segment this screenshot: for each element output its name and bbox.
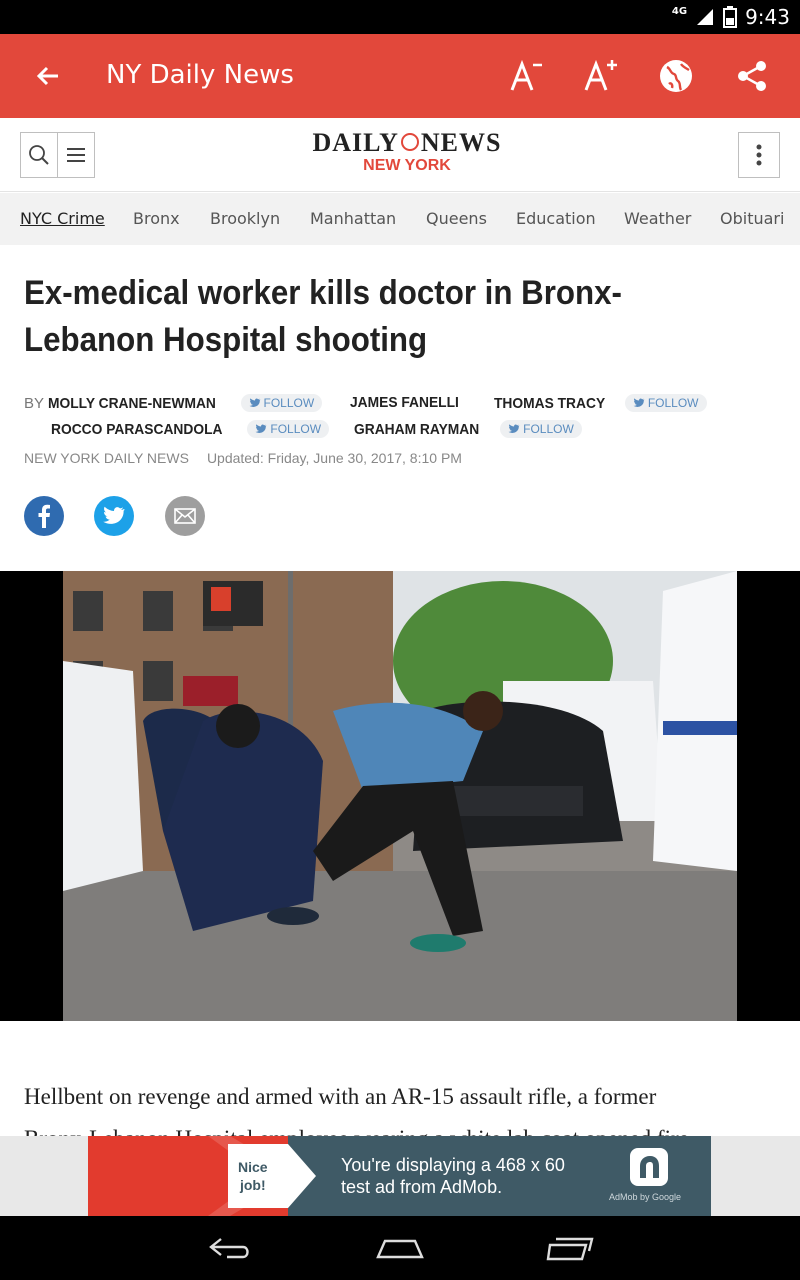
logo-emblem-icon <box>400 133 419 152</box>
search-button[interactable] <box>21 133 57 177</box>
twitter-icon <box>103 506 125 524</box>
status-bar: 4G 9:43 <box>0 0 800 34</box>
network-type: 4G <box>671 5 688 17</box>
section-queens[interactable]: Queens <box>426 209 487 228</box>
twitter-bird-icon <box>508 424 520 433</box>
navigation-bar <box>0 1216 800 1280</box>
clock: 9:43 <box>745 5 790 29</box>
author-name[interactable]: James Fanelli <box>350 394 459 411</box>
masthead: DAILY NEWS NEW YORK <box>0 118 800 192</box>
open-in-browser-button[interactable] <box>654 54 698 98</box>
envelope-icon <box>174 508 196 524</box>
globe-icon <box>660 60 692 92</box>
ad-attribution: AdMob by Google <box>609 1192 682 1202</box>
section-obituaries[interactable]: Obituari <box>720 209 784 228</box>
twitter-bird-icon <box>633 398 645 407</box>
twitter-bird-icon <box>249 398 260 407</box>
font-decrease-icon <box>510 59 542 91</box>
article-updated: Updated: Friday, June 30, 2017, 8:10 PM <box>206 450 462 466</box>
author-byline: James Fanelli <box>350 394 468 411</box>
font-increase-icon <box>584 59 617 91</box>
nav-recents-icon <box>546 1237 594 1261</box>
street-scene-image <box>63 571 737 1021</box>
section-bronx[interactable]: Bronx <box>133 209 180 228</box>
signal-icon <box>697 9 714 25</box>
nav-back-button[interactable] <box>200 1230 260 1266</box>
article-meta: NEW YORK DAILY NEWS Updated: Friday, June… <box>24 450 462 466</box>
back-button[interactable] <box>30 58 66 94</box>
share-button[interactable] <box>730 54 774 98</box>
daily-news-logo[interactable]: DAILY NEWS NEW YORK <box>200 130 614 176</box>
article-photo[interactable] <box>63 571 737 1021</box>
app-bar: NY Daily News <box>0 34 800 118</box>
ad-message: You're displaying a 468 x 60 test ad from… <box>341 1155 565 1197</box>
by-label: BY <box>24 394 45 412</box>
section-brooklyn[interactable]: Brooklyn <box>210 209 280 228</box>
author-byline: Rocco Parascandola FOLLOW <box>51 420 330 438</box>
article-source: NEW YORK DAILY NEWS <box>24 450 189 466</box>
battery-icon <box>723 6 738 28</box>
follow-button[interactable]: FOLLOW <box>624 394 707 412</box>
search-icon <box>29 145 49 165</box>
section-weather[interactable]: Weather <box>624 209 691 228</box>
facebook-icon <box>38 504 50 528</box>
nav-home-button[interactable] <box>370 1230 430 1266</box>
body-paragraph-line: Hellbent on revenge and armed with an AR… <box>24 1084 657 1109</box>
section-manhattan[interactable]: Manhattan <box>310 209 396 228</box>
follow-button[interactable]: FOLLOW <box>240 394 323 412</box>
increase-font-button[interactable] <box>578 54 622 98</box>
hamburger-icon <box>67 148 85 162</box>
search-menu-group <box>20 132 95 178</box>
article-photo-frame <box>0 571 800 1021</box>
author-name[interactable]: Thomas Tracy <box>494 395 605 412</box>
nav-back-icon <box>209 1238 249 1259</box>
admob-logo-icon <box>630 1148 668 1186</box>
more-options-button[interactable] <box>738 132 780 178</box>
email-share-button[interactable] <box>165 496 205 536</box>
author-name[interactable]: Rocco Parascandola <box>51 421 222 438</box>
ad-bar: Nice job! You're displaying a 468 x 60 tes… <box>0 1136 800 1216</box>
author-byline: BY Molly Crane-Newman FOLLOW <box>24 394 323 412</box>
menu-button[interactable] <box>57 133 94 177</box>
more-vert-icon <box>756 144 762 166</box>
author-name[interactable]: Graham Rayman <box>354 421 479 438</box>
author-byline: Graham Rayman FOLLOW <box>354 420 582 438</box>
follow-button[interactable]: FOLLOW <box>247 420 330 438</box>
section-nyc-crime[interactable]: NYC Crime <box>20 209 105 228</box>
nav-recents-button[interactable] <box>540 1230 600 1266</box>
follow-button[interactable]: FOLLOW <box>500 420 582 438</box>
ad-badge-text: Nice job! <box>238 1159 268 1193</box>
share-icon <box>738 61 766 91</box>
section-education[interactable]: Education <box>516 209 596 228</box>
twitter-share-button[interactable] <box>94 496 134 536</box>
article-headline: Ex-medical worker kills doctor in Bronx-… <box>24 274 622 359</box>
author-name[interactable]: Molly Crane-Newman <box>48 395 216 412</box>
section-nav: NYC Crime Bronx Brooklyn Manhattan Queen… <box>0 193 800 245</box>
app-title: NY Daily News <box>106 60 294 90</box>
nav-home-icon <box>376 1239 424 1259</box>
twitter-bird-icon <box>255 424 267 433</box>
decrease-font-button[interactable] <box>504 54 548 98</box>
admob-banner[interactable]: Nice job! You're displaying a 468 x 60 tes… <box>88 1136 711 1216</box>
facebook-share-button[interactable] <box>24 496 64 536</box>
author-byline: Thomas Tracy FOLLOW <box>494 394 707 412</box>
arrow-left-icon <box>36 66 58 86</box>
